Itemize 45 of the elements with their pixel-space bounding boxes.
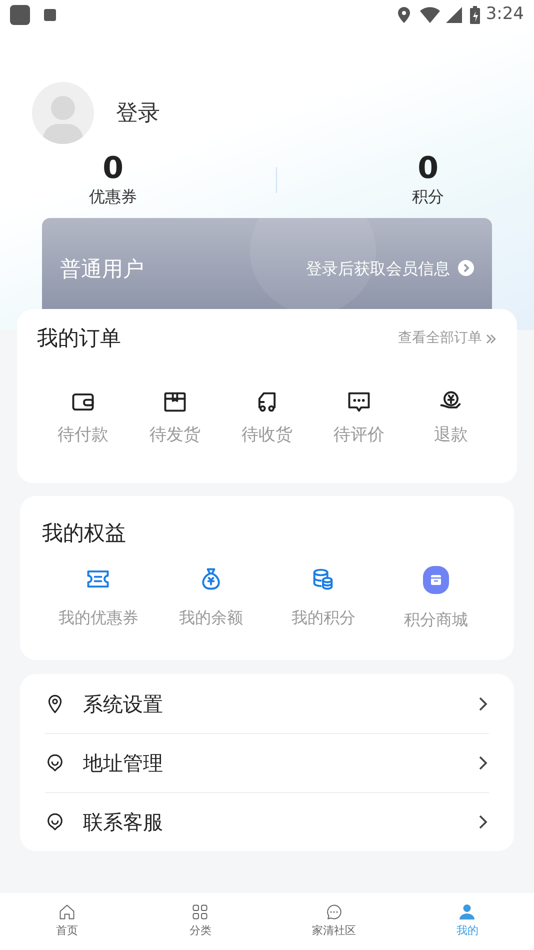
benefit-item[interactable]: 我的积分 (267, 566, 380, 632)
member-hint: 登录后获取会员信息 (306, 258, 450, 280)
menu-row[interactable]: 地址管理 (45, 733, 489, 792)
nav-tab[interactable]: 分类 (134, 903, 267, 940)
chevron-right-icon (477, 755, 489, 771)
chat-icon (324, 903, 343, 922)
user-icon (458, 903, 476, 922)
status-time: 3:24 (486, 3, 524, 26)
app-icon (10, 5, 30, 25)
member-level: 普通用户 (60, 256, 144, 283)
stat-value: 0 (418, 152, 438, 186)
order-status-item[interactable]: 退款 (405, 388, 497, 448)
stat-value: 0 (102, 152, 124, 186)
smile-bubble-icon (45, 752, 65, 774)
home-icon (58, 903, 76, 922)
nav-tab[interactable]: 我的 (400, 903, 534, 940)
grid-icon (191, 903, 210, 922)
login-button[interactable]: 登录 (116, 96, 160, 130)
orders-title: 我的订单 (37, 325, 121, 352)
order-status-item[interactable]: 待收货 (221, 388, 313, 448)
menu-row[interactable]: 系统设置 (45, 674, 489, 733)
stat-label[interactable]: 优惠券 (89, 186, 137, 208)
order-status-item[interactable]: 待付款 (37, 388, 129, 448)
nav-tab[interactable]: 首页 (0, 903, 134, 940)
smile-bubble-icon (45, 811, 65, 833)
benefit-item[interactable]: 我的优惠券 (42, 566, 154, 632)
chevron-right-icon (458, 260, 474, 276)
shop-icon (422, 566, 449, 594)
benefit-item[interactable]: 积分商城 (380, 566, 492, 632)
double-chevron-icon (485, 332, 497, 345)
chevron-right-icon (477, 814, 489, 830)
member-card[interactable]: 普通用户 登录后获取会员信息 (42, 218, 492, 309)
location-icon (398, 7, 410, 23)
view-all-link[interactable]: 查看全部订单 (398, 328, 497, 350)
chevron-right-icon (477, 696, 489, 712)
benefit-item[interactable]: 我的余额 (154, 566, 267, 632)
order-status-item[interactable]: 待评价 (313, 388, 405, 448)
nav-tab[interactable]: 家清社区 (267, 903, 400, 940)
menu-row[interactable]: 联系客服 (45, 792, 489, 851)
benefits-title: 我的权益 (42, 521, 126, 545)
battery-icon (470, 6, 480, 24)
order-status-item[interactable]: 待发货 (129, 388, 221, 448)
stat-label[interactable]: 积分 (412, 186, 444, 208)
signal-icon (446, 7, 462, 23)
wifi-icon (420, 7, 440, 23)
